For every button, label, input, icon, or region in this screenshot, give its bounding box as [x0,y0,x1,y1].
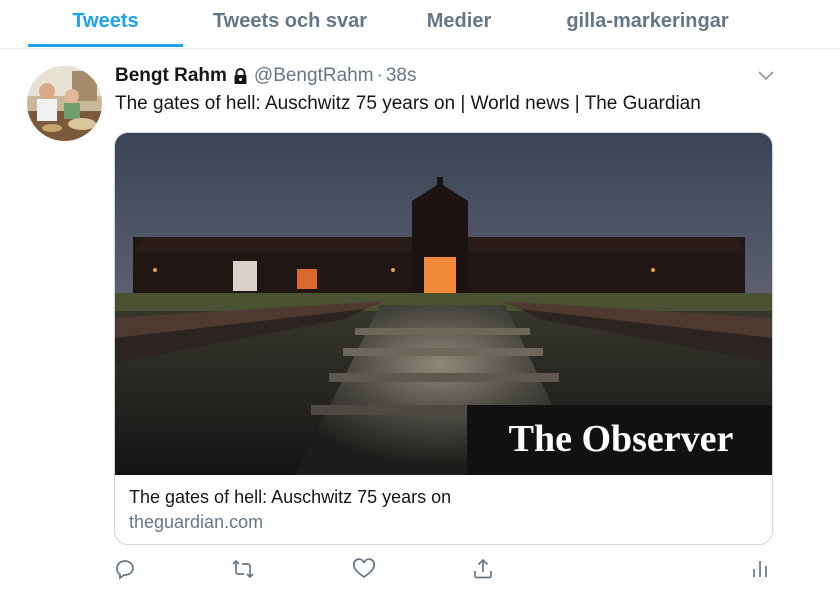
tweet-timestamp[interactable]: 38s [386,65,417,87]
tab-media[interactable]: Medier [405,0,513,47]
tab-likes[interactable]: gilla-markeringar [550,0,745,47]
avatar-image [27,66,102,141]
tab-tweets[interactable]: Tweets [28,0,183,47]
lock-icon [233,67,248,85]
retweet-icon[interactable] [231,557,255,581]
tweet-header: Bengt Rahm @BengtRahm · 38s [115,63,417,89]
profile-tabs: Tweets Tweets och svar Medier gilla-mark… [0,0,840,49]
card-image: The Observer [115,133,772,475]
reply-icon[interactable] [113,557,137,581]
avatar[interactable] [27,66,102,141]
active-tab-indicator [28,44,183,47]
author-name[interactable]: Bengt Rahm [115,65,227,87]
tab-tweets-and-replies[interactable]: Tweets och svar [200,0,380,47]
share-icon[interactable] [471,557,495,581]
author-handle[interactable]: @BengtRahm [254,65,374,87]
observer-masthead: The Observer [509,418,734,460]
chevron-down-icon[interactable] [757,68,775,82]
card-title: The gates of hell: Auschwitz 75 years on [129,487,452,507]
tweet-text: The gates of hell: Auschwitz 75 years on… [115,93,701,114]
link-card[interactable]: The Observer The gates of hell: Auschwit… [114,132,773,545]
like-icon[interactable] [352,557,376,581]
separator-dot: · [376,65,383,86]
card-domain: theguardian.com [129,512,264,532]
analytics-icon[interactable] [748,557,772,581]
